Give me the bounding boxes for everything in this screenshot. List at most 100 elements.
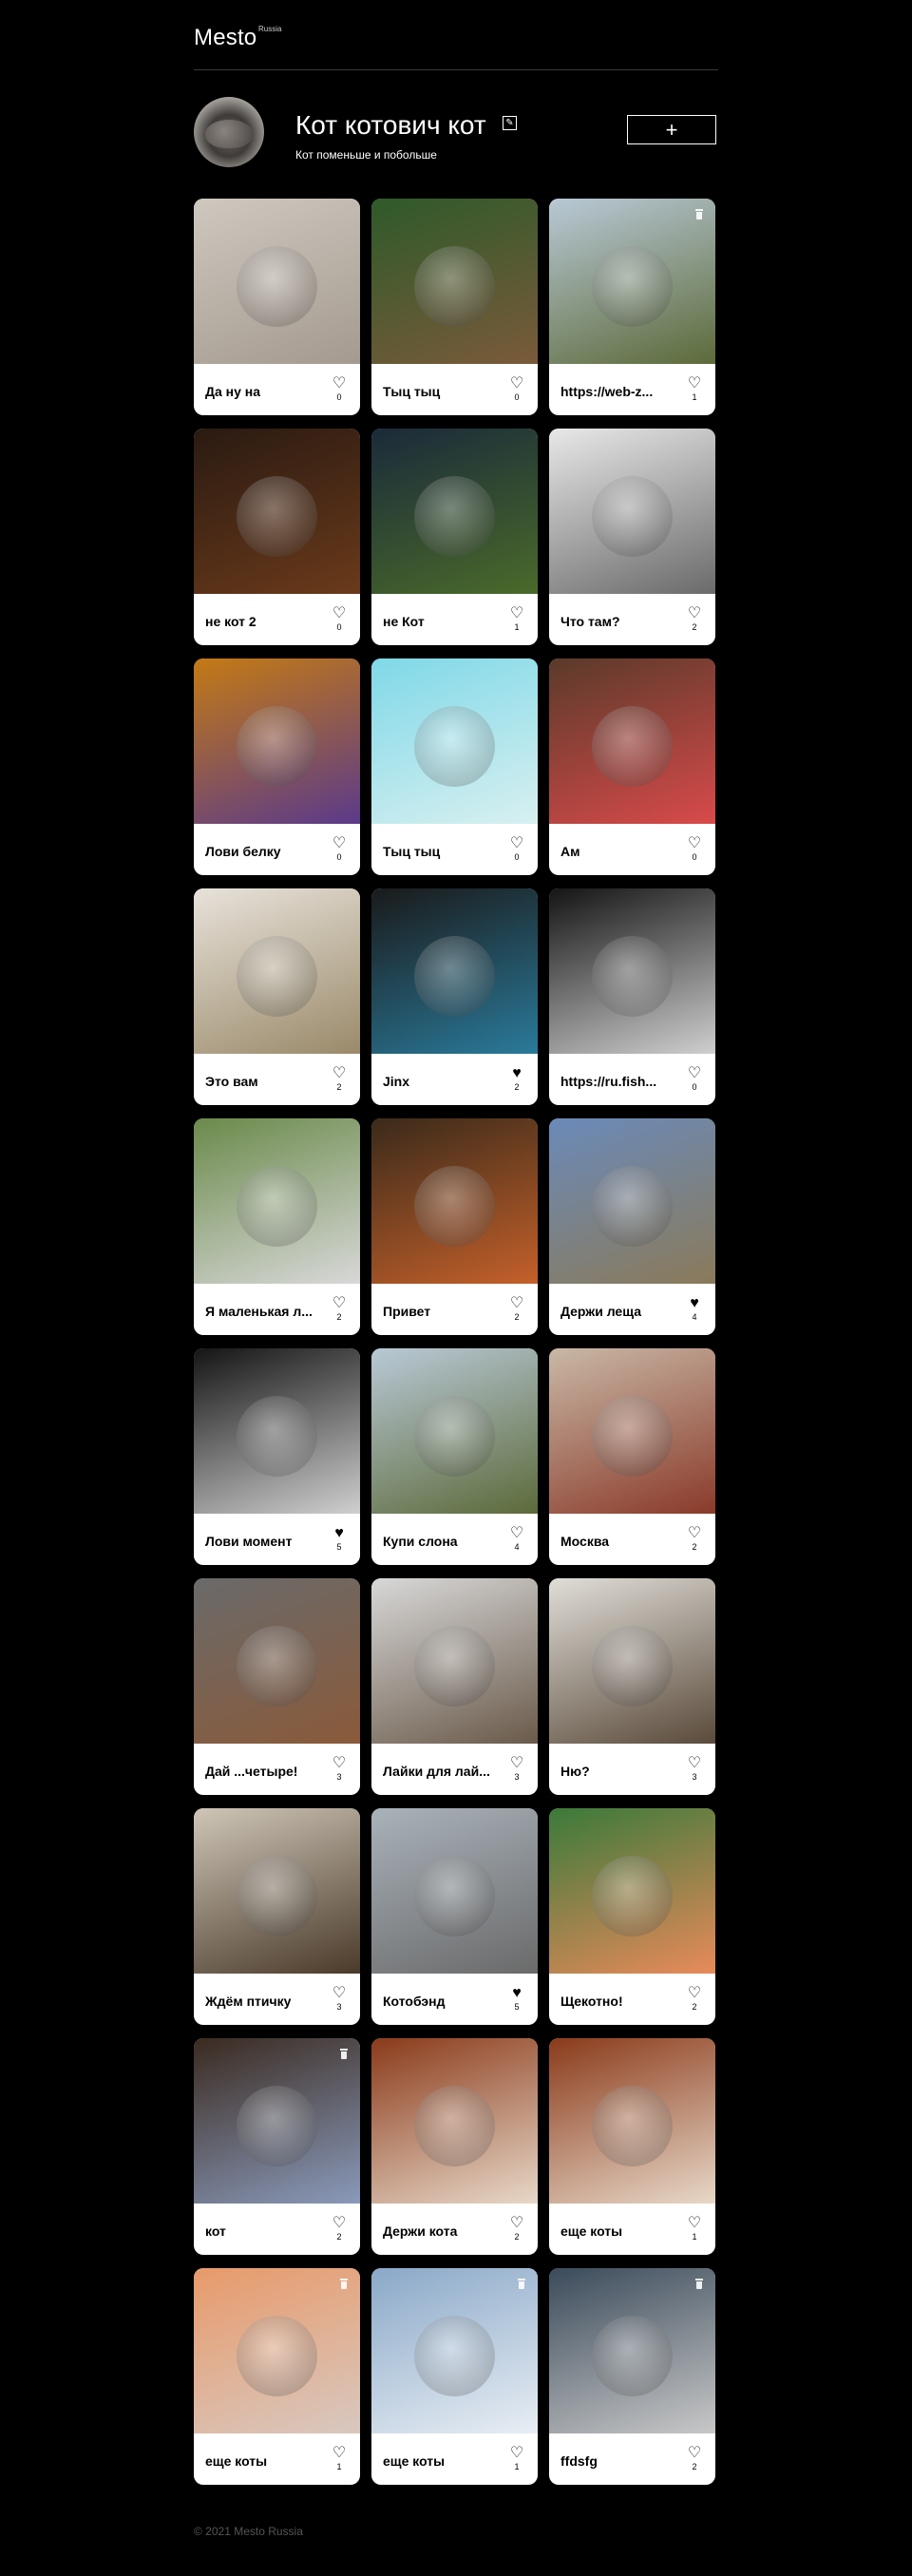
trash-icon[interactable] xyxy=(693,207,706,220)
heart-icon[interactable]: ♡ xyxy=(685,1526,704,1541)
heart-icon[interactable]: ♡ xyxy=(685,1756,704,1771)
like-count: 5 xyxy=(336,1542,342,1552)
heart-icon[interactable]: ♡ xyxy=(685,2446,704,2461)
card-image[interactable] xyxy=(549,1578,715,1744)
like-group: ♡ 1 xyxy=(330,2446,349,2472)
heart-filled-icon[interactable]: ♥ xyxy=(507,1066,526,1081)
like-count: 2 xyxy=(692,622,697,632)
heart-icon[interactable]: ♡ xyxy=(685,1066,704,1081)
card-image[interactable] xyxy=(549,888,715,1054)
card-image[interactable] xyxy=(549,1118,715,1284)
card-image[interactable] xyxy=(371,1808,538,1974)
card-image[interactable] xyxy=(194,199,360,364)
card-title: Купи слона xyxy=(383,1534,458,1549)
card-image[interactable] xyxy=(194,2038,360,2204)
heart-icon[interactable]: ♡ xyxy=(685,836,704,851)
card-image[interactable] xyxy=(194,1578,360,1744)
card-photo-subject xyxy=(237,2086,317,2166)
heart-icon[interactable]: ♡ xyxy=(330,1066,349,1081)
card-image[interactable] xyxy=(371,658,538,824)
trash-icon[interactable] xyxy=(337,2277,351,2290)
card-image[interactable] xyxy=(194,1808,360,1974)
card-image[interactable] xyxy=(371,1118,538,1284)
card-footer: Тыц тыц ♡ 0 xyxy=(371,824,538,875)
card-image[interactable] xyxy=(371,199,538,364)
card-title: Я маленькая л... xyxy=(205,1304,313,1319)
card-5: не Кот ♡ 1 xyxy=(371,429,538,645)
heart-icon[interactable]: ♡ xyxy=(507,1756,526,1771)
card-image[interactable] xyxy=(194,2268,360,2433)
heart-icon[interactable]: ♡ xyxy=(330,1296,349,1311)
heart-icon[interactable]: ♡ xyxy=(507,1526,526,1541)
heart-icon[interactable]: ♡ xyxy=(685,2216,704,2231)
heart-icon[interactable]: ♡ xyxy=(507,2446,526,2461)
card-image[interactable] xyxy=(549,429,715,594)
heart-filled-icon[interactable]: ♥ xyxy=(507,1986,526,2001)
card-title: Ам xyxy=(560,844,580,859)
like-group: ♡ 3 xyxy=(330,1986,349,2013)
card-19: Дай ...четыре! ♡ 3 xyxy=(194,1578,360,1795)
card-image[interactable] xyxy=(549,2038,715,2204)
card-image[interactable] xyxy=(371,429,538,594)
like-group: ♡ 2 xyxy=(507,1296,526,1323)
like-group: ♡ 3 xyxy=(507,1756,526,1783)
heart-icon[interactable]: ♡ xyxy=(330,1986,349,2001)
card-title: Jinx xyxy=(383,1074,410,1089)
heart-icon[interactable]: ♡ xyxy=(330,836,349,851)
heart-filled-icon[interactable]: ♥ xyxy=(685,1296,704,1311)
trash-icon[interactable] xyxy=(515,2277,528,2290)
page: Mesto Russia Кот котович кот ✎ Кот помен… xyxy=(194,0,718,2538)
heart-icon[interactable]: ♡ xyxy=(507,836,526,851)
card-title: не кот 2 xyxy=(205,614,256,629)
card-image[interactable] xyxy=(194,1348,360,1514)
heart-icon[interactable]: ♡ xyxy=(507,1296,526,1311)
heart-icon[interactable]: ♡ xyxy=(330,606,349,621)
card-image[interactable] xyxy=(549,1348,715,1514)
card-image[interactable] xyxy=(194,658,360,824)
card-image[interactable] xyxy=(194,888,360,1054)
card-photo-subject xyxy=(414,936,495,1017)
like-count: 1 xyxy=(692,2232,697,2242)
heart-icon[interactable]: ♡ xyxy=(330,376,349,391)
trash-icon[interactable] xyxy=(337,2047,351,2060)
card-image[interactable] xyxy=(194,1118,360,1284)
heart-icon[interactable]: ♡ xyxy=(507,606,526,621)
card-image[interactable] xyxy=(549,2268,715,2433)
profile: Кот котович кот ✎ Кот поменьше и побольш… xyxy=(194,70,718,199)
card-title: Ню? xyxy=(560,1764,590,1779)
card-image[interactable] xyxy=(371,888,538,1054)
card-title: Да ну на xyxy=(205,384,261,399)
heart-icon[interactable]: ♡ xyxy=(330,2446,349,2461)
card-image[interactable] xyxy=(549,199,715,364)
card-image[interactable] xyxy=(371,2268,538,2433)
card-3: https://web-z... ♡ 1 xyxy=(549,199,715,415)
profile-avatar[interactable] xyxy=(194,97,264,167)
card-image[interactable] xyxy=(371,2038,538,2204)
edit-profile-button[interactable]: ✎ xyxy=(503,116,517,130)
heart-icon[interactable]: ♡ xyxy=(330,1756,349,1771)
card-image[interactable] xyxy=(549,1808,715,1974)
card-image[interactable] xyxy=(371,1578,538,1744)
heart-filled-icon[interactable]: ♥ xyxy=(330,1526,349,1541)
trash-icon[interactable] xyxy=(693,2277,706,2290)
card-footer: кот ♡ 2 xyxy=(194,2204,360,2255)
card-footer: еще коты ♡ 1 xyxy=(371,2433,538,2485)
card-image[interactable] xyxy=(194,429,360,594)
like-group: ♡ 3 xyxy=(330,1756,349,1783)
card-image[interactable] xyxy=(371,1348,538,1514)
heart-icon[interactable]: ♡ xyxy=(685,606,704,621)
card-26: Держи кота ♡ 2 xyxy=(371,2038,538,2255)
heart-icon[interactable]: ♡ xyxy=(330,2216,349,2231)
card-footer: Это вам ♡ 2 xyxy=(194,1054,360,1105)
logo[interactable]: Mesto xyxy=(194,25,256,51)
heart-icon[interactable]: ♡ xyxy=(507,376,526,391)
card-title: https://ru.fish... xyxy=(560,1074,657,1089)
heart-icon[interactable]: ♡ xyxy=(507,2216,526,2231)
card-photo-subject xyxy=(592,476,673,557)
card-image[interactable] xyxy=(549,658,715,824)
like-group: ♡ 0 xyxy=(685,836,704,863)
card-1: Да ну на ♡ 0 xyxy=(194,199,360,415)
heart-icon[interactable]: ♡ xyxy=(685,1986,704,2001)
heart-icon[interactable]: ♡ xyxy=(685,376,704,391)
add-card-button[interactable]: + xyxy=(627,115,716,144)
